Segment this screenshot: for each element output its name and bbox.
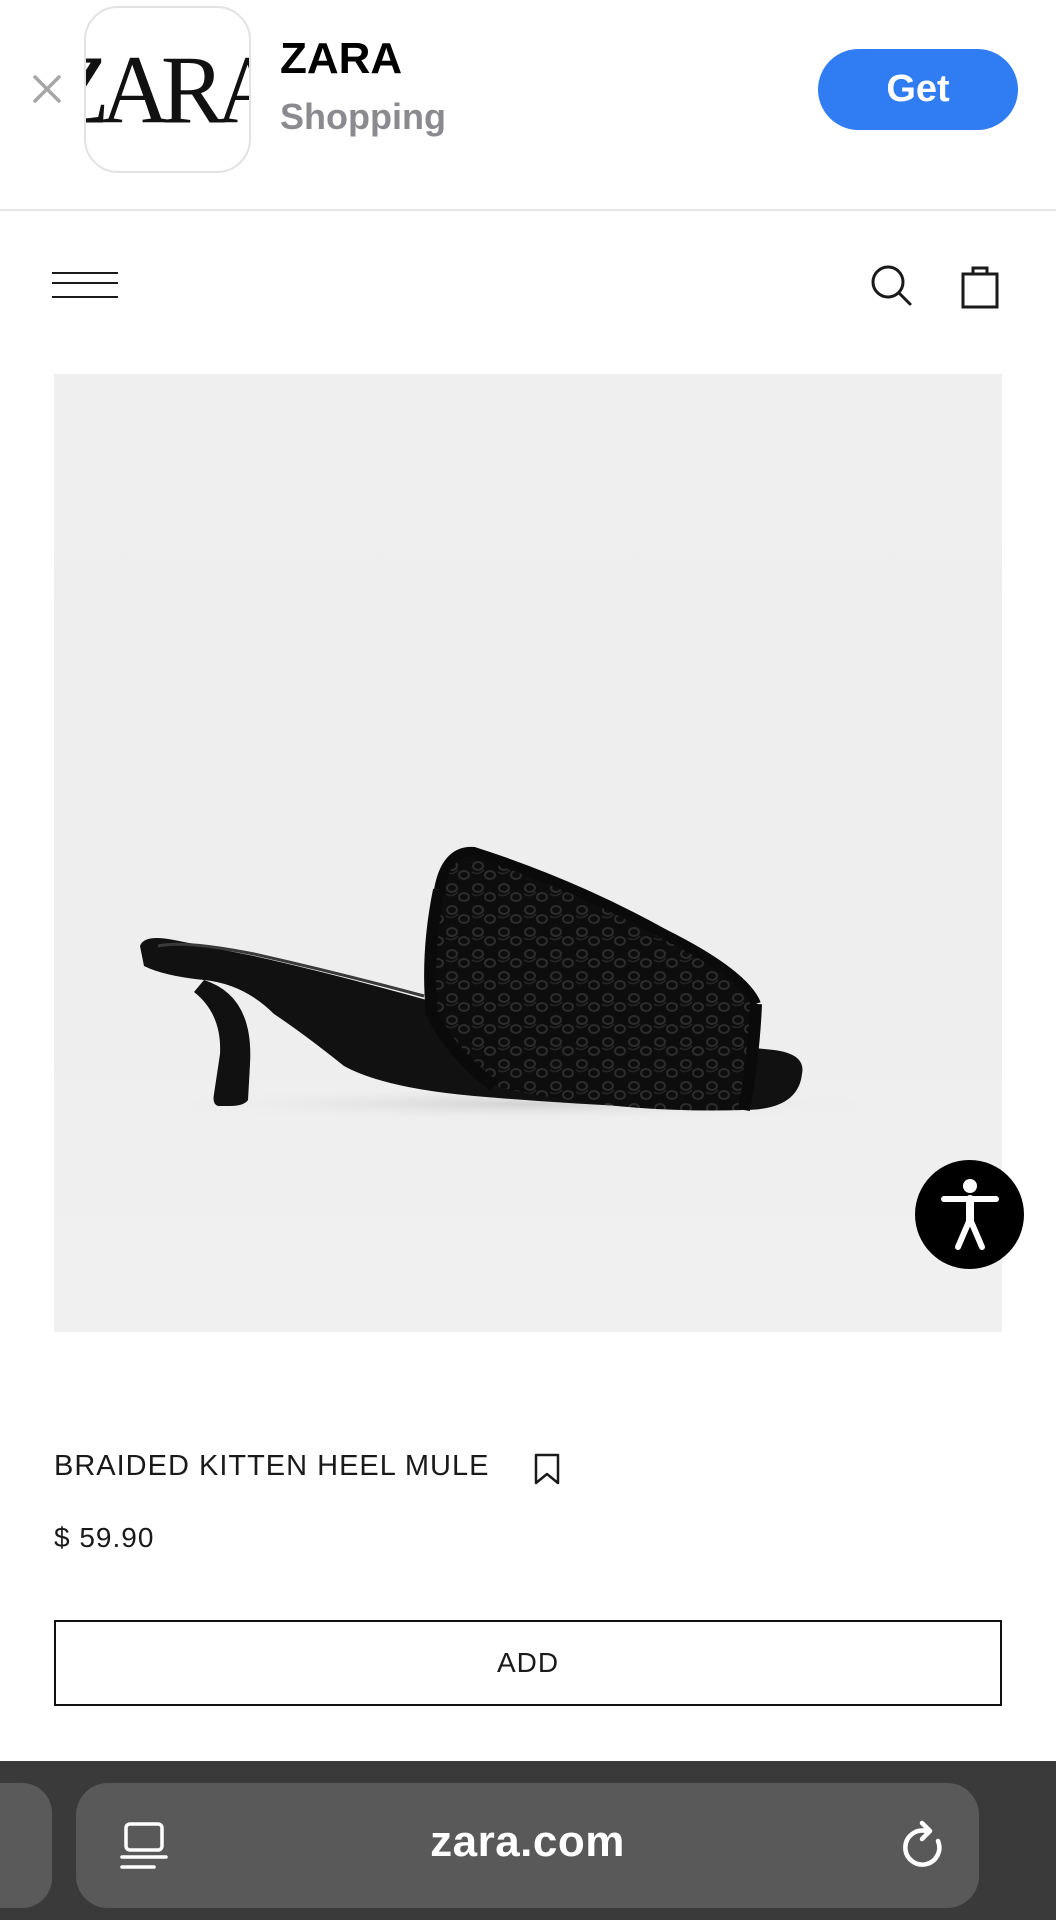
- product-image[interactable]: [54, 374, 1002, 1332]
- mule-shoe-illustration: [140, 846, 884, 1122]
- previous-tab-pill[interactable]: [0, 1783, 52, 1908]
- url-text[interactable]: zara.com: [76, 1817, 979, 1867]
- shopping-bag-button[interactable]: [960, 262, 1000, 310]
- address-bar[interactable]: zara.com: [76, 1783, 979, 1908]
- product-name: BRAIDED KITTEN HEEL MULE: [54, 1450, 490, 1482]
- app-category: Shopping: [280, 96, 446, 137]
- get-app-button[interactable]: Get: [818, 49, 1018, 130]
- browser-toolbar: zara.com: [0, 1761, 1056, 1920]
- accessibility-person-icon[interactable]: [940, 1177, 1000, 1253]
- app-icon: ZARA: [84, 6, 251, 173]
- zara-logo: ZARA: [86, 34, 249, 144]
- close-banner-button[interactable]: [30, 72, 64, 106]
- product-price: $ 59.90: [54, 1522, 155, 1553]
- menu-button[interactable]: [52, 270, 122, 306]
- bookmark-button[interactable]: [532, 1452, 562, 1486]
- search-icon[interactable]: [868, 262, 916, 310]
- reload-icon[interactable]: [898, 1819, 948, 1873]
- hamburger-menu-icon[interactable]: [52, 270, 122, 306]
- search-button[interactable]: [868, 262, 916, 310]
- accessibility-button[interactable]: [915, 1160, 1024, 1269]
- page: ZARA ZARA Shopping Get: [0, 0, 1056, 1920]
- app-name: ZARA: [280, 34, 403, 83]
- shopping-bag-icon[interactable]: [960, 262, 1000, 310]
- app-install-banner: ZARA ZARA Shopping Get: [0, 0, 1056, 211]
- bookmark-icon[interactable]: [532, 1452, 562, 1486]
- reload-button[interactable]: [898, 1819, 948, 1873]
- add-to-cart-button[interactable]: ADD: [54, 1620, 1002, 1706]
- close-icon[interactable]: [30, 72, 64, 106]
